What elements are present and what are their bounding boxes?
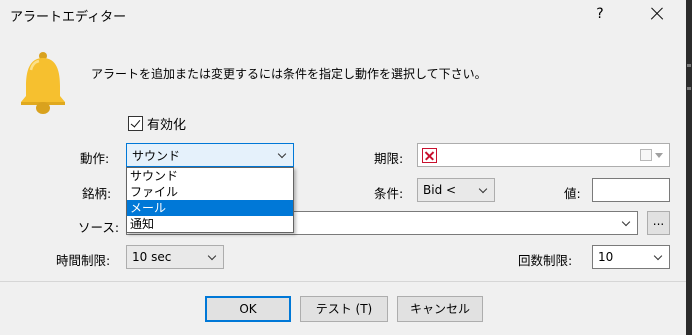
chevron-down-icon — [649, 246, 669, 268]
expiry-disabled-checkbox-icon[interactable] — [422, 148, 437, 163]
chevron-down-icon — [474, 179, 494, 201]
calendar-icon[interactable] — [640, 149, 652, 161]
enable-checkbox-row[interactable]: 有効化 — [128, 114, 186, 133]
action-option-mail[interactable]: メール — [127, 200, 293, 216]
time-limit-label: 時間制限: — [56, 253, 111, 268]
time-limit-select[interactable]: 10 sec — [126, 245, 224, 269]
enable-checkbox[interactable] — [128, 116, 143, 131]
help-button[interactable]: ? — [588, 3, 612, 25]
symbol-label: 銘柄: — [82, 186, 112, 201]
source-browse-button[interactable]: ... — [647, 211, 670, 235]
enable-label: 有効化 — [147, 118, 187, 133]
action-label: 動作: — [80, 151, 110, 166]
cancel-button[interactable]: キャンセル — [397, 296, 483, 322]
chevron-down-icon — [203, 246, 223, 268]
alert-editor-dialog: アラートエディター ? アラートを追加または変更するには条件を指定し動作を選択し… — [0, 0, 686, 335]
calendar-dropdown-icon[interactable] — [655, 153, 663, 158]
action-dropdown-list[interactable]: サウンド ファイル メール 通知 — [126, 167, 294, 233]
action-option-file[interactable]: ファイル — [127, 184, 293, 200]
condition-select[interactable]: Bid < — [417, 178, 495, 202]
expiry-field[interactable] — [417, 143, 670, 167]
count-limit-label: 回数制限: — [518, 253, 573, 268]
bell-icon — [21, 52, 65, 114]
test-button[interactable]: テスト (T) — [300, 296, 388, 322]
window-title: アラートエディター — [10, 10, 127, 25]
close-icon[interactable] — [645, 3, 669, 25]
footer-divider — [0, 281, 686, 282]
action-option-sound[interactable]: サウンド — [127, 168, 293, 184]
source-label: ソース: — [78, 220, 120, 235]
description-text: アラートを追加または変更するには条件を指定し動作を選択して下さい。 — [91, 67, 487, 81]
condition-label: 条件: — [374, 186, 404, 201]
chevron-down-icon — [273, 144, 293, 166]
background-window-edge — [686, 0, 692, 335]
count-limit-value: 10 — [598, 250, 614, 264]
action-select[interactable]: サウンド — [126, 143, 294, 167]
ok-button[interactable]: OK — [205, 296, 291, 322]
condition-value: Bid < — [423, 183, 457, 197]
chevron-down-icon — [617, 212, 637, 234]
expiry-label: 期限: — [374, 151, 404, 166]
action-option-notify[interactable]: 通知 — [127, 216, 293, 232]
value-input[interactable] — [592, 178, 670, 202]
action-value: サウンド — [132, 148, 181, 163]
time-limit-value: 10 sec — [132, 250, 172, 264]
value-label: 値: — [564, 186, 581, 201]
count-limit-select[interactable]: 10 — [592, 245, 670, 269]
